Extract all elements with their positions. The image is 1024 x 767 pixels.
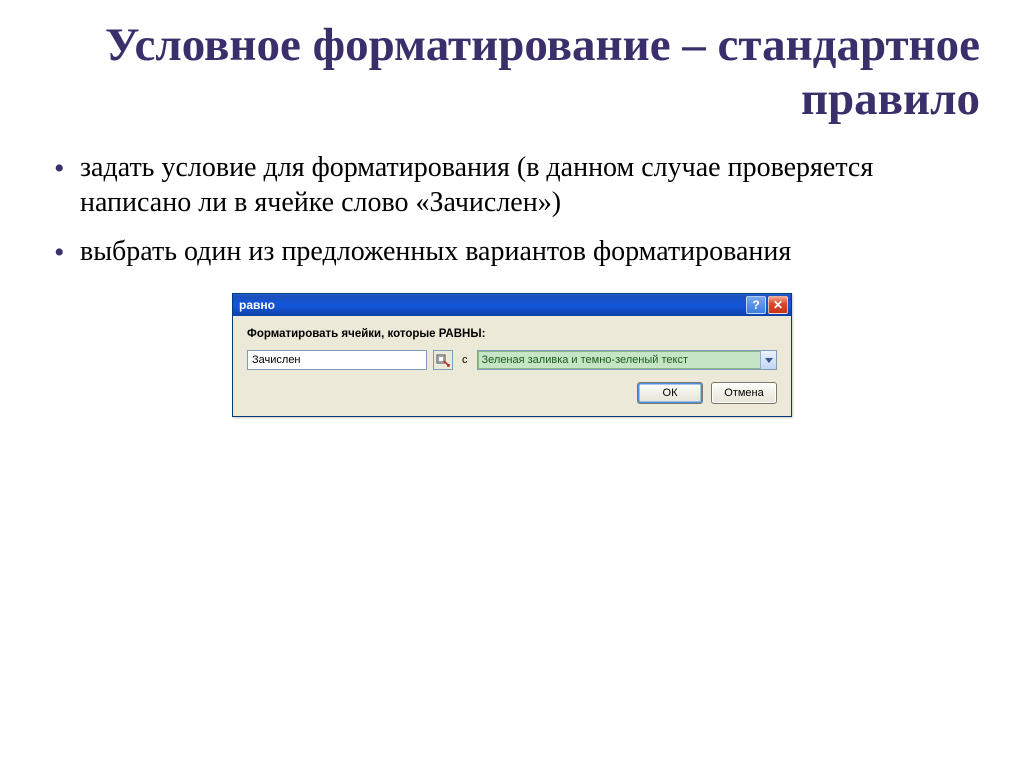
ok-button[interactable]: ОК bbox=[637, 382, 703, 404]
bullet-item: задать условие для форматирования (в дан… bbox=[52, 150, 980, 220]
dialog-title: равно bbox=[239, 298, 744, 312]
slide-title: Условное форматирование – стандартное пр… bbox=[44, 18, 980, 126]
cancel-button[interactable]: Отмена bbox=[711, 382, 777, 404]
help-button[interactable]: ? bbox=[746, 296, 766, 314]
dialog-equals: равно ? ✕ Форматировать ячейки, которые … bbox=[232, 293, 792, 417]
bullet-item: выбрать один из предложенных вариантов ф… bbox=[52, 234, 980, 269]
range-picker-button[interactable] bbox=[433, 350, 453, 370]
dialog-body: Форматировать ячейки, которые РАВНЫ: Зач… bbox=[233, 316, 791, 416]
chevron-down-icon bbox=[760, 351, 776, 369]
dialog-prompt: Форматировать ячейки, которые РАВНЫ: bbox=[247, 328, 777, 340]
format-dropdown-value: Зеленая заливка и темно-зеленый текст bbox=[478, 354, 761, 366]
value-input[interactable]: Зачислен bbox=[247, 350, 427, 370]
range-picker-icon bbox=[436, 353, 450, 367]
with-label: с bbox=[459, 354, 471, 366]
dialog-titlebar: равно ? ✕ bbox=[233, 294, 791, 316]
close-button[interactable]: ✕ bbox=[768, 296, 788, 314]
format-dropdown[interactable]: Зеленая заливка и темно-зеленый текст bbox=[477, 350, 778, 370]
